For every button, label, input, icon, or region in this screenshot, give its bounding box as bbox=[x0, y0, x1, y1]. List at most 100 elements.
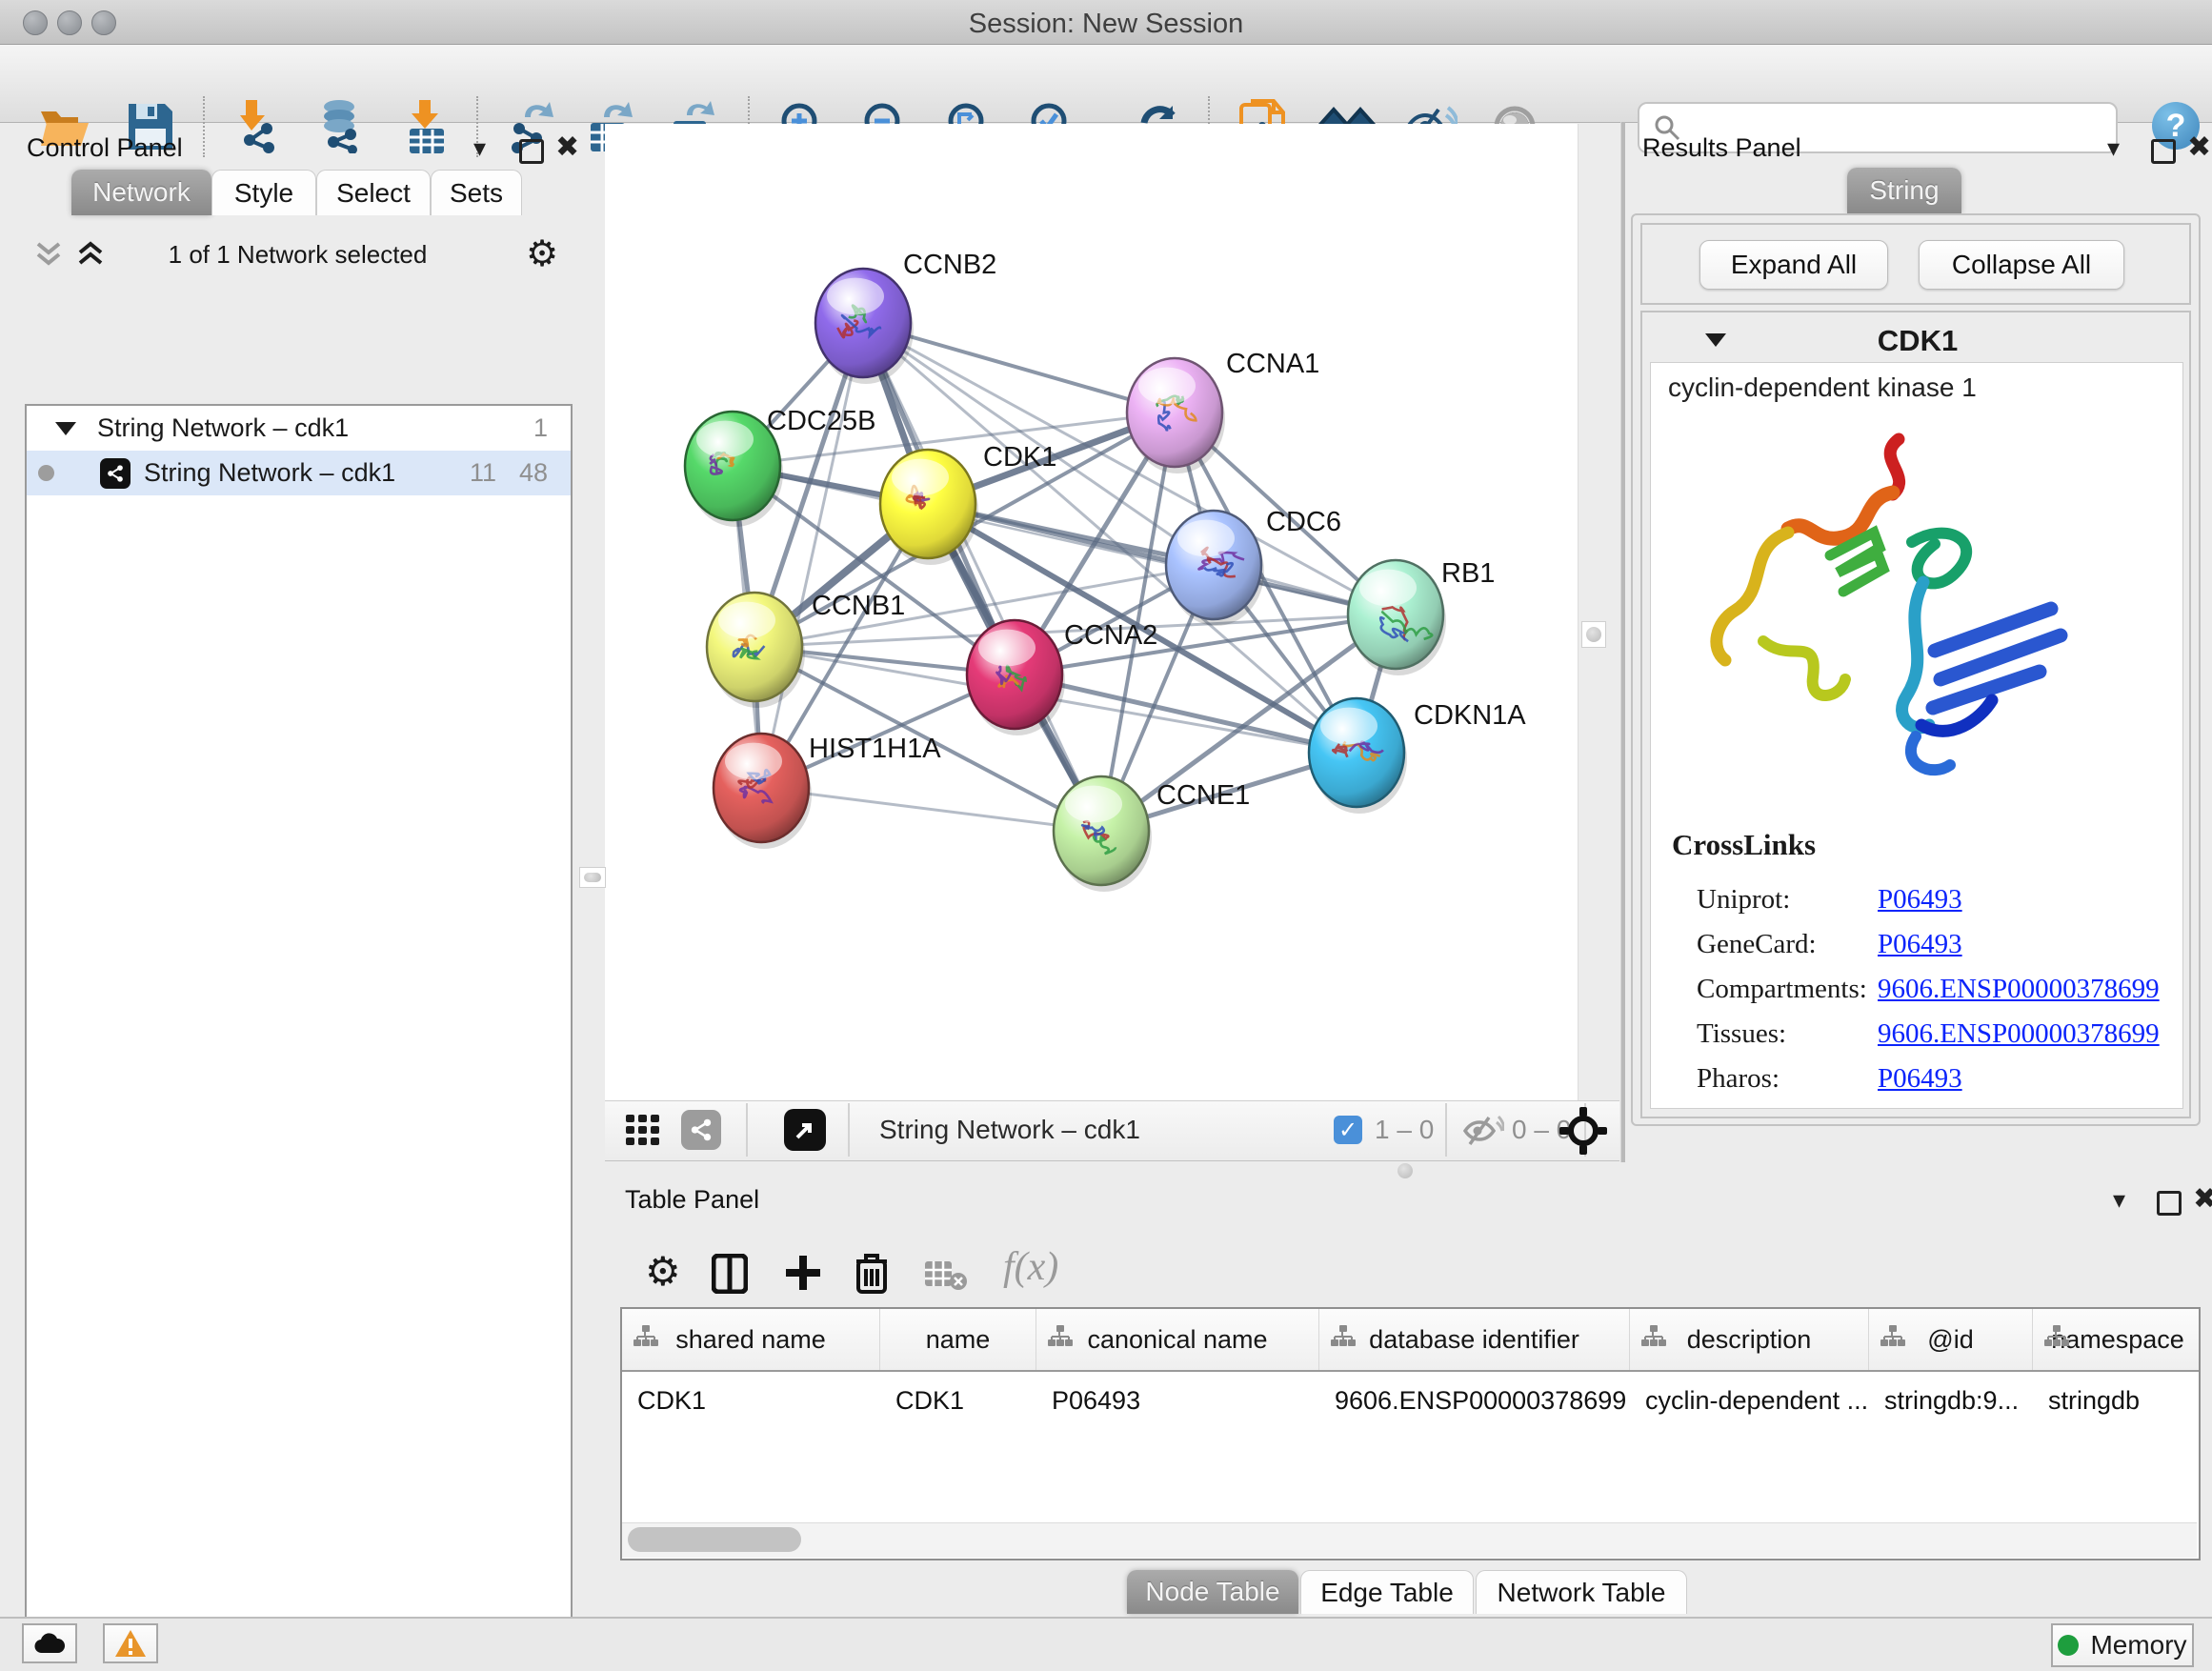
panel-menu-icon[interactable]: ▾ bbox=[473, 135, 486, 160]
delete-table-icon[interactable] bbox=[925, 1259, 967, 1290]
scrollbar-thumb[interactable] bbox=[628, 1527, 801, 1552]
tab-node-table[interactable]: Node Table bbox=[1127, 1570, 1298, 1614]
network-current-dot bbox=[38, 465, 54, 481]
protein-description: cyclin-dependent kinase 1 bbox=[1668, 372, 1977, 403]
table-panel-title: Table Panel bbox=[625, 1185, 759, 1215]
crosslinks-heading: CrossLinks bbox=[1672, 828, 1816, 862]
add-column-icon[interactable] bbox=[784, 1254, 822, 1292]
panel-menu-icon[interactable]: ▾ bbox=[2107, 135, 2120, 160]
tab-network[interactable]: Network bbox=[71, 170, 211, 215]
panel-close-icon[interactable]: ✖ bbox=[555, 133, 579, 162]
selected-nodes-checkbox[interactable]: ✓ bbox=[1334, 1116, 1362, 1144]
column-header-shared-name[interactable]: shared name bbox=[622, 1309, 880, 1370]
crosslink-label: Tissues: bbox=[1697, 1012, 1867, 1057]
cell-description[interactable]: cyclin-dependent ... bbox=[1630, 1372, 1869, 1429]
panel-float-icon[interactable] bbox=[2157, 1191, 2182, 1216]
cell-id[interactable]: stringdb:9... bbox=[1869, 1372, 2033, 1429]
table-settings-gear-icon[interactable]: ⚙ bbox=[645, 1248, 681, 1295]
bottom-splitter-handle[interactable] bbox=[1398, 1163, 1413, 1178]
table-row[interactable]: CDK1 CDK1 P06493 9606.ENSP00000378699 cy… bbox=[622, 1372, 2199, 1429]
memory-button[interactable]: Memory bbox=[2051, 1623, 2194, 1667]
cloud-button[interactable] bbox=[22, 1623, 77, 1663]
tissues-link[interactable]: 9606.ENSP00000378699 bbox=[1878, 1018, 2160, 1049]
birds-eye-view-icon[interactable] bbox=[1558, 1105, 1609, 1157]
grid-view-icon[interactable] bbox=[626, 1115, 662, 1147]
node-label: CCNB2 bbox=[903, 250, 996, 280]
memory-label: Memory bbox=[2090, 1630, 2186, 1661]
show-columns-icon[interactable] bbox=[712, 1254, 748, 1294]
cloud-icon bbox=[33, 1632, 66, 1655]
cell-database-identifier[interactable]: 9606.ENSP00000378699 bbox=[1319, 1372, 1630, 1429]
network-label: String Network – cdk1 bbox=[144, 458, 395, 488]
cell-namespace[interactable]: stringdb bbox=[2033, 1372, 2202, 1429]
detach-view-icon[interactable] bbox=[784, 1109, 826, 1151]
collection-count: 1 bbox=[533, 413, 548, 443]
cytoscape-window: Session: New Session bbox=[0, 0, 2212, 1671]
network-graph[interactable]: CCNB2CCNA1CDC25BCDK1CDC6RB1CCNB1CCNA2CDK… bbox=[605, 124, 1578, 1100]
tab-sets[interactable]: Sets bbox=[431, 170, 522, 215]
control-panel: Control Panel ▾ ✖ Network Style Select S… bbox=[0, 122, 595, 1617]
column-header-id[interactable]: @id bbox=[1869, 1309, 2033, 1370]
node-label: CDKN1A bbox=[1414, 700, 1526, 731]
delete-column-icon[interactable] bbox=[855, 1252, 889, 1294]
uniprot-link[interactable]: P06493 bbox=[1878, 884, 1962, 915]
tab-edge-table[interactable]: Edge Table bbox=[1300, 1570, 1474, 1614]
cell-shared-name[interactable]: CDK1 bbox=[622, 1372, 880, 1429]
collection-expand-icon[interactable] bbox=[55, 422, 76, 435]
function-builder-icon[interactable]: f(x) bbox=[1003, 1244, 1058, 1290]
node-label: RB1 bbox=[1441, 558, 1495, 589]
network-options-gear-icon[interactable]: ⚙ bbox=[526, 232, 558, 275]
status-bar: Memory bbox=[0, 1617, 2212, 1671]
collapse-all-button[interactable]: Collapse All bbox=[1919, 240, 2124, 290]
panel-float-icon[interactable] bbox=[2151, 139, 2176, 164]
compartments-link[interactable]: 9606.ENSP00000378699 bbox=[1878, 974, 2160, 1004]
crosslink-label: GeneCard: bbox=[1697, 922, 1867, 967]
section-title: CDK1 bbox=[1642, 324, 2193, 358]
column-header-database-identifier[interactable]: database identifier bbox=[1319, 1309, 1630, 1370]
panel-close-icon[interactable]: ✖ bbox=[2187, 133, 2211, 162]
network-collection-row[interactable]: String Network – cdk1 1 bbox=[27, 406, 571, 451]
main-toolbar: ? bbox=[0, 45, 2212, 123]
expand-collapse-box: Expand All Collapse All bbox=[1640, 223, 2191, 305]
crosslink-label: Compartments: bbox=[1697, 967, 1867, 1012]
column-header-description[interactable]: description bbox=[1630, 1309, 1869, 1370]
pharos-link[interactable]: P06493 bbox=[1878, 1063, 1962, 1094]
warnings-button[interactable] bbox=[103, 1623, 158, 1663]
network-node-rb1[interactable]: RB1 bbox=[1348, 558, 1495, 675]
tab-string[interactable]: String bbox=[1847, 168, 1961, 213]
panel-close-icon[interactable]: ✖ bbox=[2193, 1185, 2212, 1214]
network-edge[interactable] bbox=[761, 323, 863, 788]
memory-status-dot bbox=[2058, 1635, 2079, 1656]
view-title: String Network – cdk1 bbox=[879, 1115, 1140, 1145]
expand-all-button[interactable]: Expand All bbox=[1699, 240, 1888, 290]
right-splitter-handle[interactable] bbox=[1581, 621, 1606, 648]
cdk1-section: CDK1 cyclin-dependent kinase 1 bbox=[1640, 311, 2191, 1118]
genecard-link[interactable]: P06493 bbox=[1878, 929, 1962, 959]
network-edge[interactable] bbox=[761, 788, 1101, 831]
network-node-cdkn1a[interactable]: CDKN1A bbox=[1309, 698, 1526, 814]
hidden-items-icon[interactable] bbox=[1462, 1115, 1504, 1147]
panel-float-icon[interactable] bbox=[519, 139, 544, 164]
panel-menu-icon[interactable]: ▾ bbox=[2113, 1187, 2125, 1212]
cell-canonical-name[interactable]: P06493 bbox=[1036, 1372, 1319, 1429]
tab-network-table[interactable]: Network Table bbox=[1476, 1570, 1687, 1614]
cell-name[interactable]: CDK1 bbox=[880, 1372, 1036, 1429]
network-tree: String Network – cdk1 1 String Network –… bbox=[25, 404, 573, 1671]
crosslink-label: Uniprot: bbox=[1697, 877, 1867, 922]
network-row[interactable]: String Network – cdk1 11 48 bbox=[27, 451, 571, 495]
node-label: CDC6 bbox=[1266, 507, 1341, 537]
table-horizontal-scrollbar[interactable] bbox=[622, 1522, 2197, 1558]
column-header-canonical-name[interactable]: canonical name bbox=[1036, 1309, 1319, 1370]
network-node-cdc25b[interactable]: CDC25B bbox=[685, 406, 875, 527]
node-label: CDK1 bbox=[983, 442, 1056, 473]
network-node-hist1h1a[interactable]: HIST1H1A bbox=[714, 734, 941, 849]
tab-select[interactable]: Select bbox=[316, 170, 431, 215]
left-splitter-handle[interactable] bbox=[579, 867, 606, 888]
network-node-cdc6[interactable]: CDC6 bbox=[1166, 507, 1341, 626]
string-view-icon[interactable] bbox=[681, 1110, 721, 1150]
column-header-namespace[interactable]: namespace bbox=[2033, 1309, 2202, 1370]
tab-style[interactable]: Style bbox=[211, 170, 316, 215]
network-node-ccnb2[interactable]: CCNB2 bbox=[815, 250, 996, 384]
crosslinks-values: P06493 P06493 9606.ENSP00000378699 9606.… bbox=[1878, 877, 2160, 1101]
column-header-name[interactable]: name bbox=[880, 1309, 1036, 1370]
